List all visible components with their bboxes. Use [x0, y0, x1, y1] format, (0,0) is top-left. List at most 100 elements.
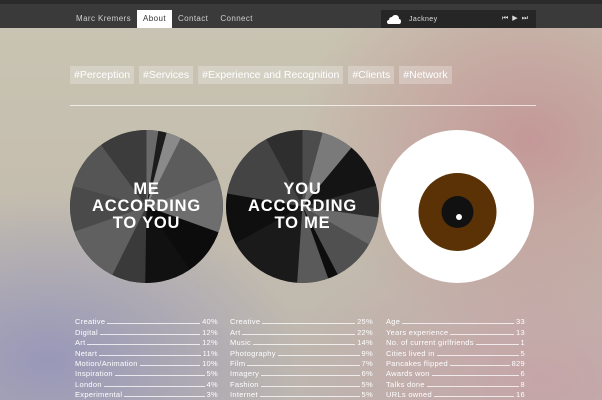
stat-label: Cities lived in: [386, 348, 435, 358]
tag-perception[interactable]: #Perception: [70, 66, 135, 84]
stat-leader-line: [107, 323, 201, 325]
tag-experience[interactable]: #Experience and Recognition: [198, 66, 344, 84]
stat-leader-line: [99, 354, 201, 356]
stat-value: 6: [520, 369, 525, 379]
stat-row: Pancakes flipped 829: [386, 358, 525, 368]
stat-label: Netart: [75, 348, 98, 358]
stat-row: Photography 9%: [230, 347, 373, 358]
stat-leader-line: [261, 375, 360, 377]
play-icon[interactable]: ▶: [512, 15, 517, 23]
stat-leader-line: [103, 385, 205, 387]
stat-leader-line: [87, 344, 201, 346]
stat-label: Motion/Animation: [75, 358, 138, 368]
nav-item-contact[interactable]: Contact: [172, 10, 214, 28]
tag-network[interactable]: #Network: [399, 66, 452, 84]
stat-row: Awards won 6: [386, 368, 525, 378]
stat-label: Creative: [75, 317, 106, 327]
tag-clients[interactable]: #Clients: [348, 66, 395, 84]
stat-row: Art 22%: [230, 326, 373, 337]
stat-value: 5%: [361, 379, 373, 389]
stat-value: 33: [516, 317, 525, 327]
stat-row: No. of current girlfriends 1: [386, 337, 525, 347]
stats-facts-list: Age 33 Years experience 13 No. of current gi…: [386, 316, 525, 399]
stat-value: 16: [516, 390, 525, 400]
stat-label: Talks done: [386, 379, 425, 389]
me-according-to-you-circle: ME ACCORDING TO YOU: [70, 130, 223, 283]
eye-icon: [381, 130, 534, 283]
stat-value: 5%: [361, 390, 373, 400]
stat-leader-line: [436, 354, 519, 356]
you-label-line-1: YOU: [283, 180, 322, 198]
stat-row: Imagery 6%: [230, 368, 373, 378]
stat-value: 5: [520, 348, 525, 358]
stat-label: Years experience: [386, 327, 449, 337]
stat-leader-line: [260, 385, 360, 387]
next-icon[interactable]: ⏭: [522, 15, 528, 23]
stat-leader-line: [402, 323, 515, 325]
stat-row: Creative 40%: [75, 316, 218, 326]
stats-you-list: Creative 25% Art 22% Music 14% Photography 9% Fi…: [230, 316, 373, 399]
you-circle-label: YOU ACCORDING TO ME: [226, 130, 379, 283]
stat-row: Creative 25%: [230, 316, 373, 326]
stat-label: Film: [230, 358, 246, 368]
eye-circle: [381, 130, 534, 283]
stat-label: Music: [230, 338, 252, 348]
stat-row: Cities lived in 5: [386, 347, 525, 358]
stat-label: Imagery: [230, 369, 260, 379]
soundcloud-player: Jackney ⏮ ▶ ⏭: [381, 10, 536, 28]
stat-leader-line: [124, 396, 205, 398]
me-label-line-1: ME: [133, 180, 160, 198]
stat-row: Age 33: [386, 316, 525, 326]
nav-item-about[interactable]: About: [137, 10, 172, 28]
stat-value: 22%: [357, 327, 373, 337]
nav-item-connect[interactable]: Connect: [214, 10, 259, 28]
stat-label: Age: [386, 317, 401, 327]
stat-row: Experimental 3%: [75, 389, 218, 399]
stat-value: 13: [516, 327, 525, 337]
stat-value: 1: [520, 338, 525, 348]
stat-leader-line: [433, 396, 515, 398]
stat-value: 14%: [357, 338, 373, 348]
stat-label: Internet: [230, 390, 258, 400]
stat-leader-line: [253, 344, 356, 346]
stat-row: Inspiration 5%: [75, 368, 218, 378]
stat-value: 4%: [206, 379, 218, 389]
tag-services[interactable]: #Services: [139, 66, 194, 84]
stat-label: Fashion: [230, 379, 259, 389]
stat-value: 25%: [357, 317, 373, 327]
you-according-to-me-circle: YOU ACCORDING TO ME: [226, 130, 379, 283]
stat-label: Experimental: [75, 390, 123, 400]
stat-row: London 4%: [75, 378, 218, 389]
stat-label: Pancakes flipped: [386, 358, 448, 368]
stat-row: Art 12%: [75, 337, 218, 347]
stat-row: Film 7%: [230, 358, 373, 368]
stat-row: Netart 11%: [75, 347, 218, 358]
stat-value: 7%: [361, 358, 373, 368]
stat-value: 40%: [202, 317, 218, 327]
stat-value: 12%: [202, 338, 218, 348]
pupil-highlight: [456, 214, 462, 220]
soundcloud-icon: [387, 14, 401, 24]
stat-leader-line: [450, 333, 515, 335]
pupil: [441, 196, 474, 228]
me-label-line-3: TO YOU: [112, 214, 181, 232]
stat-row: Music 14%: [230, 337, 373, 347]
stat-value: 10%: [202, 358, 218, 368]
stat-label: Photography: [230, 348, 276, 358]
stat-leader-line: [259, 396, 360, 398]
stat-row: Talks done 8: [386, 378, 525, 389]
stat-row: Fashion 5%: [230, 378, 373, 389]
stat-label: Awards won: [386, 369, 430, 379]
stat-value: 829: [511, 358, 525, 368]
stat-label: Art: [75, 338, 86, 348]
stat-row: URLs owned 16: [386, 389, 525, 399]
stat-row: Years experience 13: [386, 326, 525, 337]
stat-value: 6%: [361, 369, 373, 379]
previous-icon[interactable]: ⏮: [502, 15, 508, 23]
stat-value: 3%: [206, 390, 218, 400]
stat-label: Inspiration: [75, 369, 113, 379]
stat-leader-line: [431, 375, 519, 377]
you-label-line-2: ACCORDING: [248, 197, 357, 215]
nav-item-home[interactable]: Marc Kremers: [70, 10, 137, 28]
stat-leader-line: [475, 344, 519, 346]
